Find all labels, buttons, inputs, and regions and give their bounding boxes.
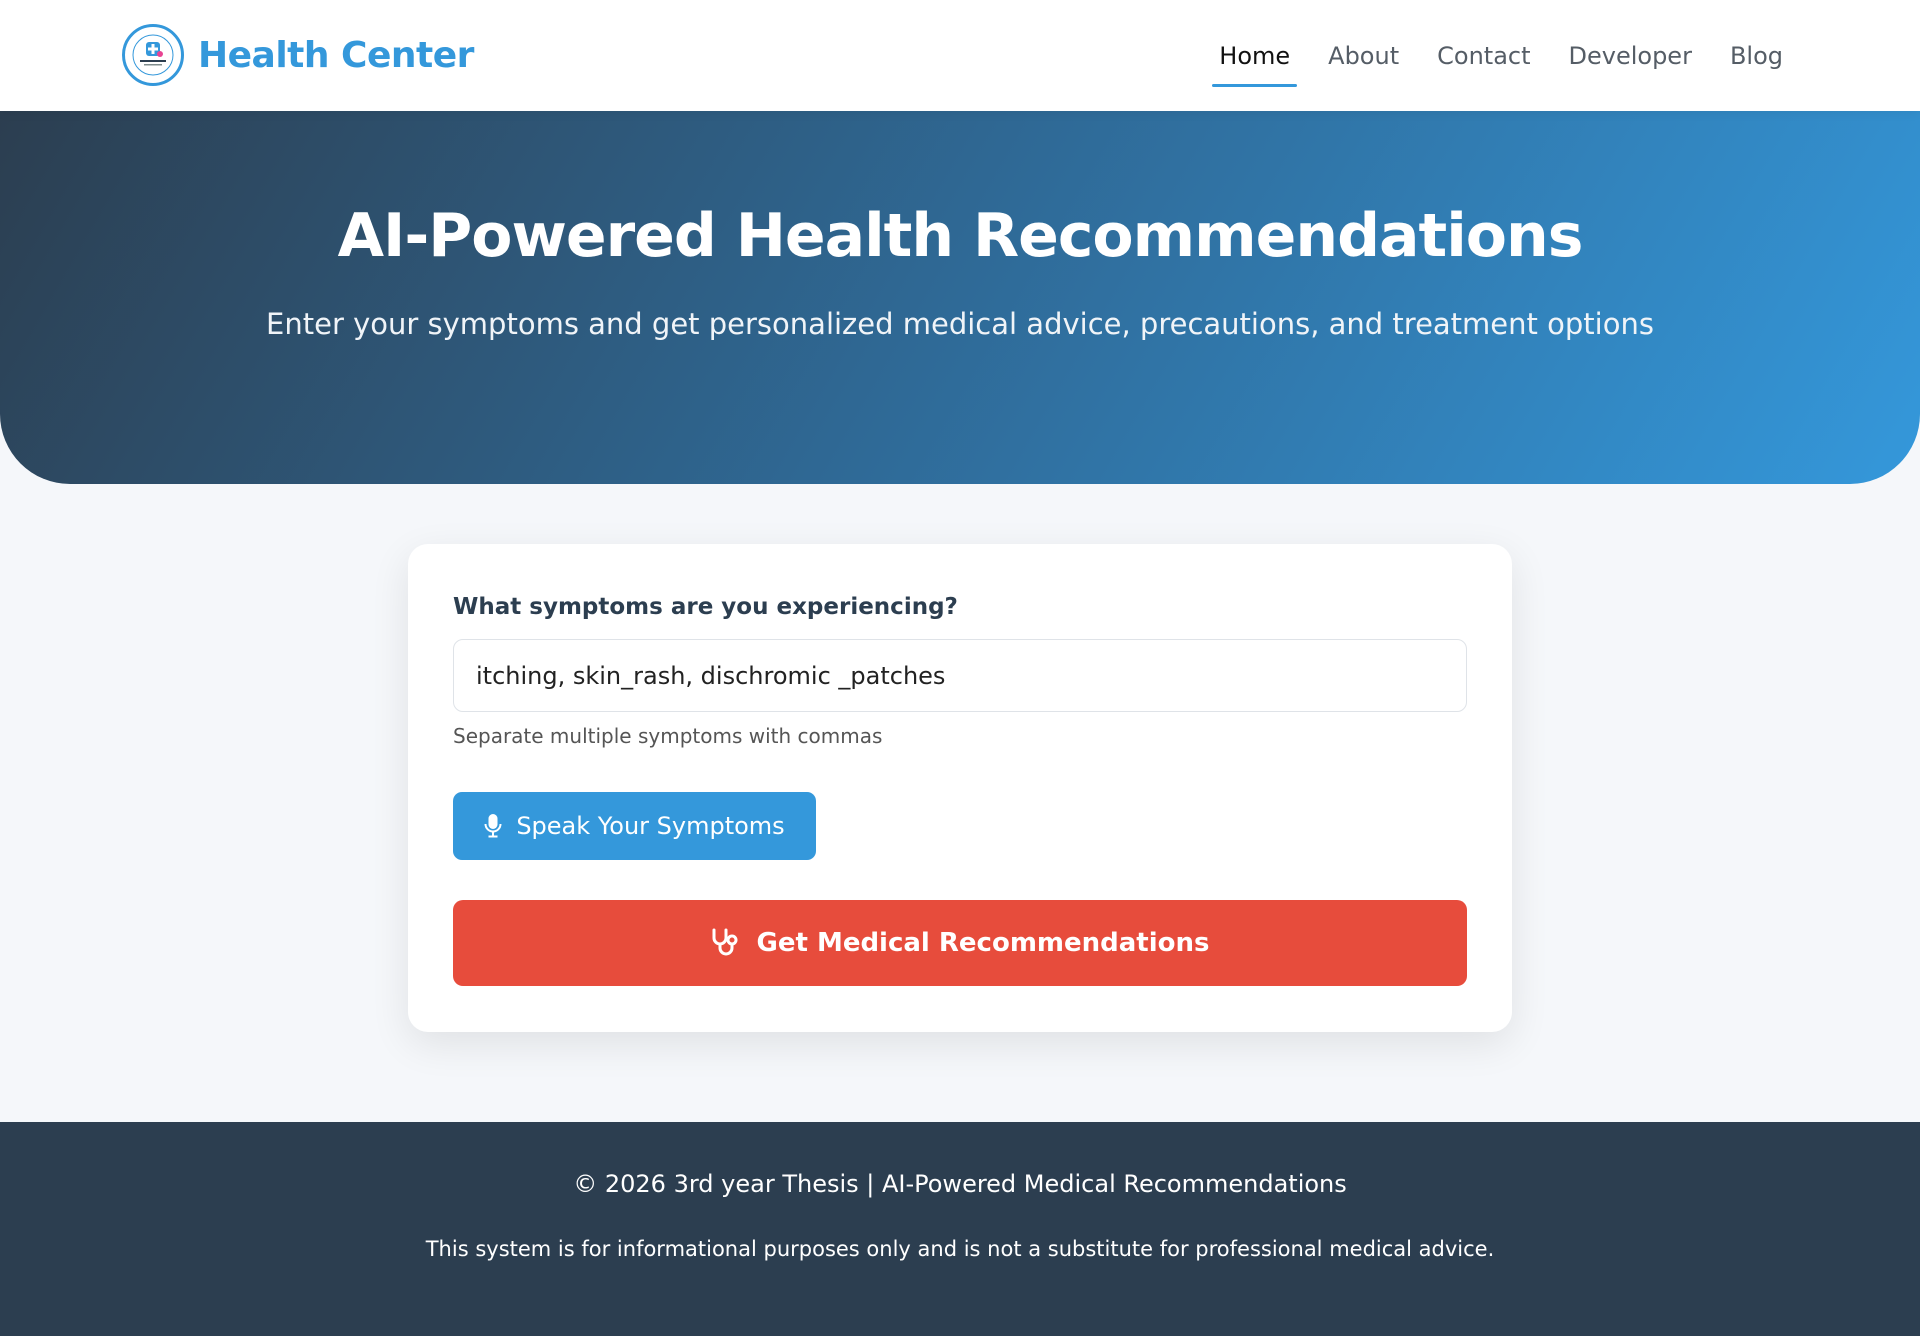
symptoms-hint: Separate multiple symptoms with commas — [453, 724, 883, 748]
health-center-logo-icon — [122, 24, 184, 86]
speak-symptoms-label: Speak Your Symptoms — [516, 812, 785, 840]
hero-subtitle: Enter your symptoms and get personalized… — [266, 307, 1654, 341]
symptoms-label: What symptoms are you experiencing? — [453, 594, 958, 620]
nav-developer[interactable]: Developer — [1550, 0, 1711, 111]
speak-symptoms-button[interactable]: Speak Your Symptoms — [453, 792, 816, 860]
footer-copyright: © 2026 3rd year Thesis | AI-Powered Medi… — [573, 1170, 1347, 1198]
nav-about[interactable]: About — [1309, 0, 1418, 111]
hero-title: AI-Powered Health Recommendations — [337, 201, 1584, 271]
footer-disclaimer: This system is for informational purpose… — [425, 1237, 1495, 1261]
brand-name: Health Center — [198, 34, 474, 76]
hero-banner: AI-Powered Health Recommendations Enter … — [0, 111, 1920, 484]
symptoms-input[interactable] — [453, 639, 1467, 712]
get-recommendations-button[interactable]: Get Medical Recommendations — [453, 900, 1467, 986]
get-recommendations-label: Get Medical Recommendations — [756, 928, 1210, 958]
nav-contact[interactable]: Contact — [1418, 0, 1549, 111]
brand[interactable]: Health Center — [122, 24, 474, 86]
footer: © 2026 3rd year Thesis | AI-Powered Medi… — [0, 1122, 1920, 1336]
nav-blog[interactable]: Blog — [1711, 0, 1802, 111]
navbar: Health Center Home About Contact Develop… — [0, 0, 1920, 111]
microphone-icon — [484, 813, 502, 839]
stethoscope-icon — [710, 928, 738, 958]
main-nav: Home About Contact Developer Blog — [1200, 0, 1802, 111]
nav-home[interactable]: Home — [1200, 0, 1309, 111]
symptom-form-card: What symptoms are you experiencing? Sepa… — [408, 544, 1512, 1032]
